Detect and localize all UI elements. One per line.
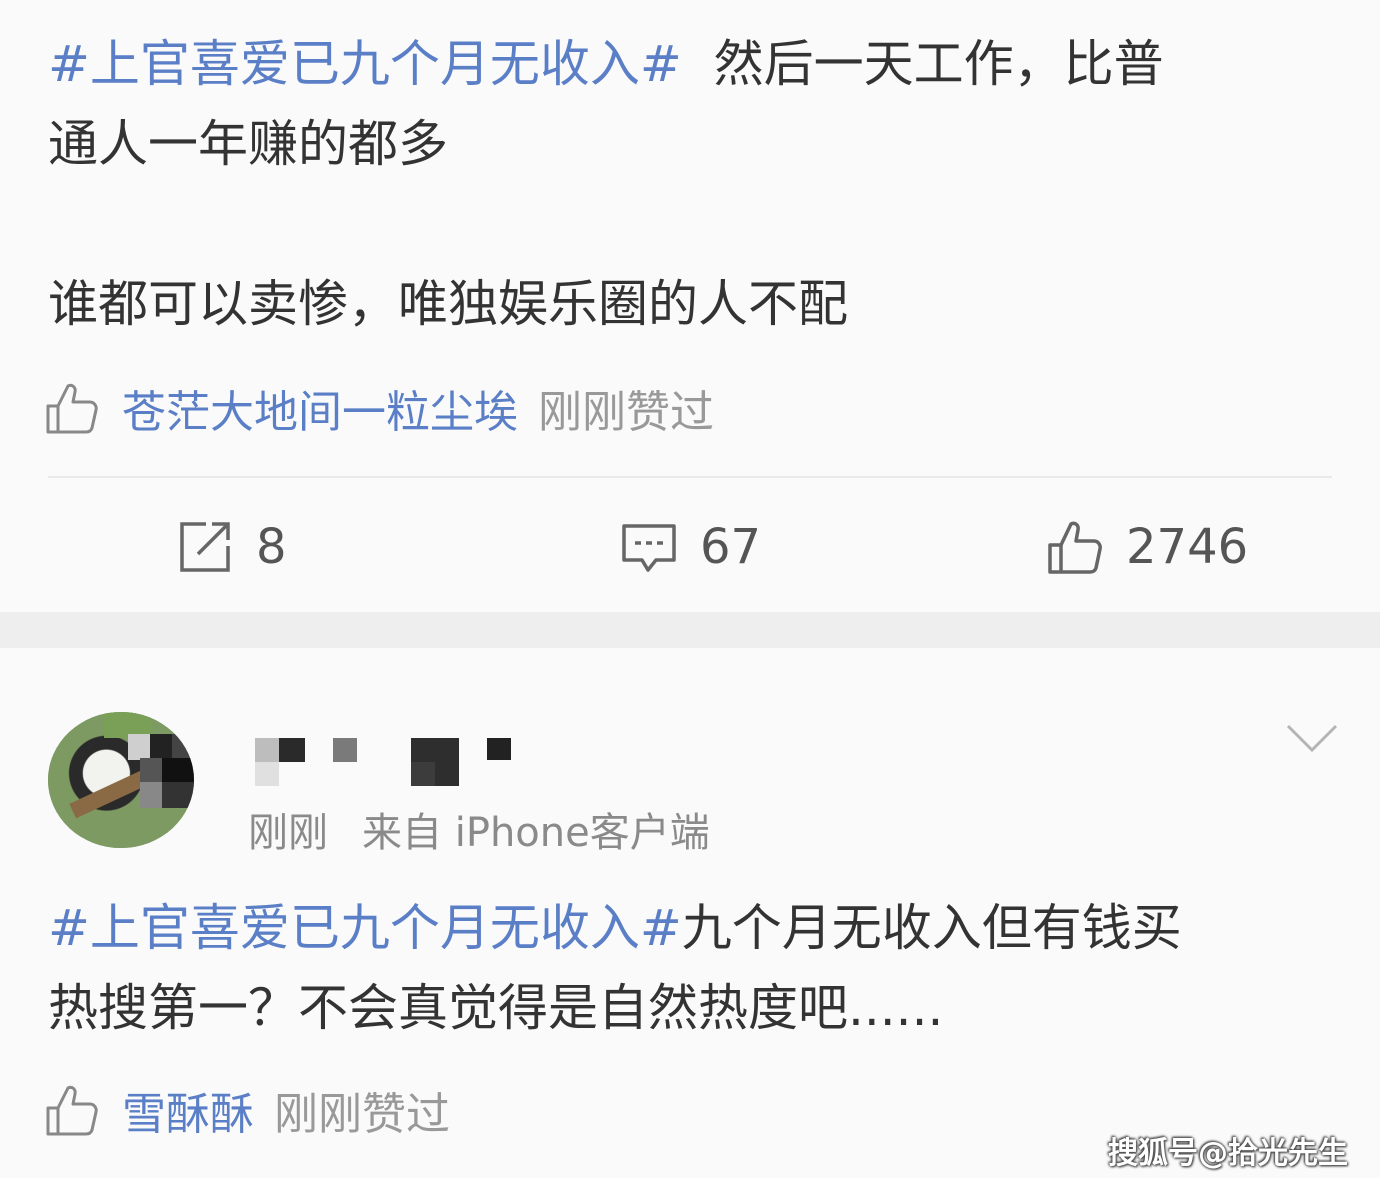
repost-count: 8 xyxy=(256,519,287,575)
liked-by-line: 雪酥酥 刚刚赞过 xyxy=(44,1080,450,1140)
like-count: 2746 xyxy=(1126,519,1249,575)
comment-count: 67 xyxy=(700,519,762,575)
repost-icon xyxy=(180,522,230,572)
liked-by-line: 苍茫大地间一粒尘埃 刚刚赞过 xyxy=(44,378,714,438)
post-text-paragraph: 谁都可以卖惨，唯独娱乐圈的人不配 xyxy=(48,264,1338,344)
post-text: #上官喜爱已九个月无收入# 然后一天工作，比普 通人一年赚的都多 xyxy=(48,24,1338,184)
post-meta: 刚刚 来自 iPhone客户端 xyxy=(248,800,710,858)
thumbs-up-icon xyxy=(1048,521,1102,574)
post-source: 来自 iPhone客户端 xyxy=(362,810,710,856)
post-text-segment: 九个月无收入但有钱买 xyxy=(681,899,1182,957)
username-redacted[interactable] xyxy=(255,730,535,786)
chevron-down-icon[interactable] xyxy=(1284,718,1340,758)
comment-icon xyxy=(622,524,676,572)
topic-link[interactable]: #上官喜爱已九个月无收入# xyxy=(48,35,682,93)
post-text-segment: 然后一天工作，比普 xyxy=(681,35,1164,93)
avatar[interactable] xyxy=(48,712,194,848)
post-card-1: #上官喜爱已九个月无收入# 然后一天工作，比普 通人一年赚的都多 谁都可以卖惨，… xyxy=(0,0,1380,612)
liked-by-user[interactable]: 雪酥酥 xyxy=(122,1078,254,1142)
repost-button[interactable]: 8 xyxy=(176,515,287,579)
card-separator xyxy=(0,612,1380,648)
post-time: 刚刚 xyxy=(248,810,328,856)
divider xyxy=(48,476,1332,478)
post-text-segment: 热搜第一？不会真觉得是自然热度吧...... xyxy=(48,979,944,1037)
thumbs-up-icon xyxy=(46,383,98,434)
comment-button[interactable]: 67 xyxy=(620,515,761,579)
liked-by-suffix: 刚刚赞过 xyxy=(274,1089,450,1140)
topic-link[interactable]: #上官喜爱已九个月无收入# xyxy=(48,899,682,957)
liked-by-user[interactable]: 苍茫大地间一粒尘埃 xyxy=(122,376,518,440)
thumbs-up-icon xyxy=(46,1085,98,1136)
liked-by-suffix: 刚刚赞过 xyxy=(538,387,714,438)
like-button[interactable]: 2746 xyxy=(1046,515,1248,579)
post-text: #上官喜爱已九个月无收入#九个月无收入但有钱买 热搜第一？不会真觉得是自然热度吧… xyxy=(48,888,1338,1048)
post-text-segment: 谁都可以卖惨，唯独娱乐圈的人不配 xyxy=(48,275,848,333)
post-text-segment: 通人一年赚的都多 xyxy=(48,115,448,173)
watermark: 搜狐号@拾光先生 xyxy=(1108,1136,1348,1171)
